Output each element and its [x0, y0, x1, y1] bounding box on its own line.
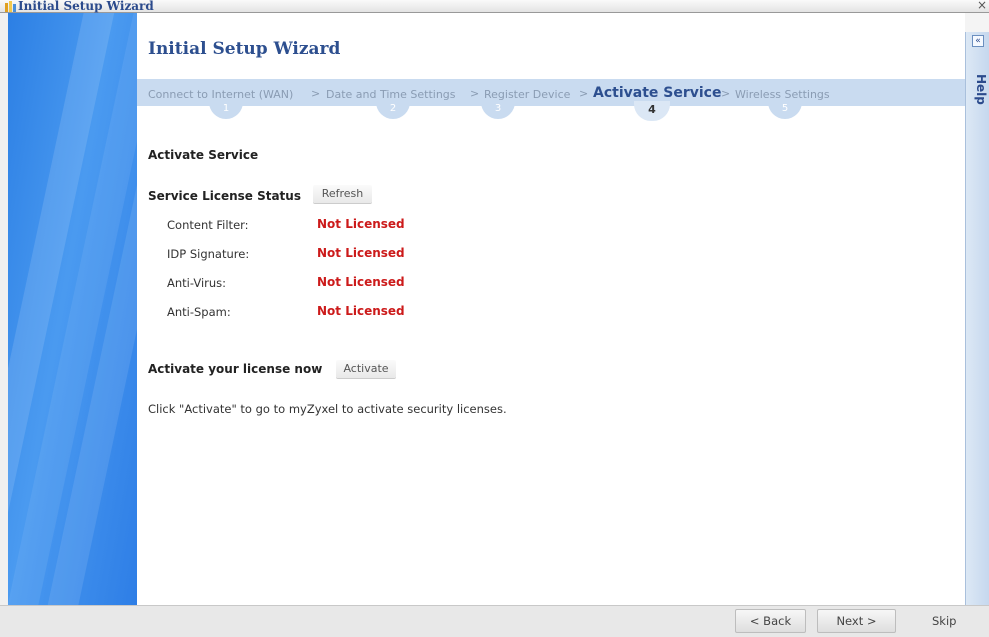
activate-button[interactable]: Activate — [336, 360, 396, 378]
license-name: Anti-Virus: — [167, 276, 227, 290]
page-title: Initial Setup Wizard — [148, 39, 341, 59]
step-date-time: Date and Time Settings — [326, 88, 456, 101]
window-titlebar: Initial Setup Wizard × — [0, 0, 989, 13]
wizard-side-banner — [8, 13, 137, 605]
activate-info-text: Click "Activate" to go to myZyxel to act… — [148, 402, 507, 416]
license-status-value: Not Licensed — [317, 275, 405, 289]
step-number: 1 — [209, 101, 243, 119]
refresh-button[interactable]: Refresh — [313, 185, 372, 203]
step-activate-service: Activate Service — [593, 85, 722, 101]
step-number: 5 — [768, 101, 802, 119]
license-name: Content Filter: — [167, 218, 249, 232]
window-title: Initial Setup Wizard — [18, 0, 154, 13]
step-separator: > — [470, 87, 480, 100]
step-separator: > — [721, 87, 731, 100]
wizard-icon — [4, 0, 18, 13]
chevron-double-left-icon[interactable]: « — [972, 35, 984, 47]
section-title: Activate Service — [148, 148, 259, 162]
step-number: 3 — [481, 101, 515, 119]
skip-button[interactable]: Skip — [932, 614, 956, 628]
next-button[interactable]: Next > — [817, 609, 896, 633]
license-name: Anti-Spam: — [167, 305, 231, 319]
help-label[interactable]: Help — [974, 74, 988, 105]
license-status-label: Service License Status — [148, 189, 301, 203]
license-name: IDP Signature: — [167, 247, 250, 261]
license-status-value: Not Licensed — [317, 217, 405, 231]
step-separator: > — [579, 87, 589, 100]
step-connect-internet: Connect to Internet (WAN) — [148, 88, 294, 101]
license-status-value: Not Licensed — [317, 304, 405, 318]
help-bar-top — [965, 13, 989, 32]
license-status-value: Not Licensed — [317, 246, 405, 260]
back-button[interactable]: < Back — [735, 609, 806, 633]
step-wireless-settings: Wireless Settings — [735, 88, 830, 101]
close-icon[interactable]: × — [977, 0, 987, 12]
step-separator: > — [311, 87, 321, 100]
left-gutter — [0, 13, 8, 605]
step-number-active: 4 — [634, 101, 670, 121]
step-number: 2 — [376, 101, 410, 119]
help-panel-collapsed[interactable] — [965, 32, 989, 605]
activate-license-label: Activate your license now — [148, 362, 323, 376]
step-register-device: Register Device — [484, 88, 571, 101]
